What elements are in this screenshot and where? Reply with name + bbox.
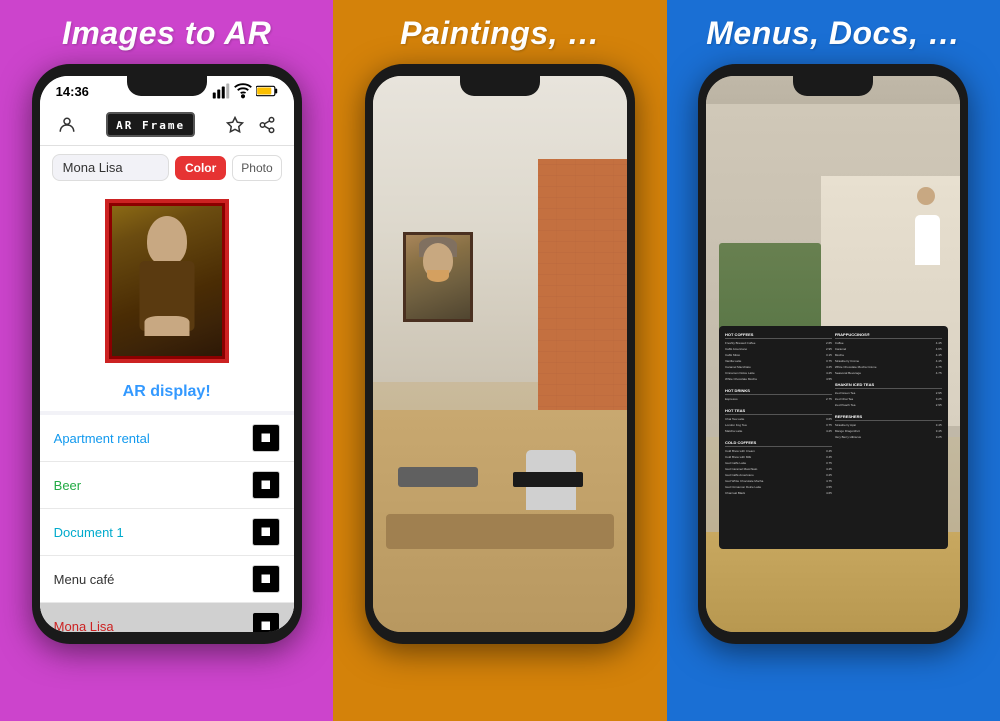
menu-item-frap-straw: Strawberry Crème4.45 [835, 359, 942, 363]
van-gogh-ar-frame [403, 232, 473, 322]
cafe-keyboard [398, 467, 478, 487]
list-item-apartment[interactable]: Apartment rental [40, 415, 294, 462]
menu-col-right: FRAPPUCCINOS® Coffee4.45 Caramel4.65 Moc… [835, 332, 942, 542]
app-logo: AR Frame [106, 112, 195, 137]
list-item-monalisa[interactable]: Mona Lisa [40, 603, 294, 632]
menu-item-chai: Chai Tea Latte3.65 [725, 417, 832, 421]
menu-item-espresso: Espresso2.75 [725, 397, 832, 401]
menu-item-iced-peach: Iced Peach Tea2.95 [835, 403, 942, 407]
menu-section-hot-coffees: HOT COFFEES [725, 332, 832, 339]
phone-2-notch [460, 76, 540, 96]
ar-display-button[interactable]: AR display! [123, 383, 211, 401]
menu-section-hot-teas: HOT TEAS [725, 408, 832, 415]
menu-item-latte: Vanilla Latte3.75 [725, 359, 832, 363]
mona-lisa-hands [144, 316, 189, 336]
menu-item-caramel: Caramel Macchiato4.25 [725, 365, 832, 369]
menu-item-london-fog: London Fog Tea3.75 [725, 423, 832, 427]
phone-3-notch [793, 76, 873, 96]
barista-body [915, 215, 940, 265]
menu-item-iced-white: Iced White Chocolate Mocha4.75 [725, 479, 832, 483]
menu-item-misto: Caffè Misto3.15 [725, 353, 832, 357]
barista-head [917, 187, 935, 205]
qr-code-document [252, 518, 280, 546]
menu-item-iced-green: Iced Green Tea2.95 [835, 391, 942, 395]
list-item-menu[interactable]: Menu café [40, 556, 294, 603]
mona-lisa-face [152, 224, 182, 254]
menu-item-cold-brew-milk: Cold Brew with Milk3.45 [725, 455, 832, 459]
menu-item-frap-seasonal: Seasonal Beverage4.75 [835, 371, 942, 375]
mona-lisa-image [112, 206, 222, 356]
panel-1-title: Images to AR [62, 15, 271, 52]
menu-item-cold-brew: Cold Brew with Cream3.45 [725, 449, 832, 453]
menu-item-hibiscus: Very Berry Hibiscus3.25 [835, 435, 942, 439]
menu-item-strawberry: Strawberry Açaí3.45 [835, 423, 942, 427]
menu-item-americano: Caffè Americano2.95 [725, 347, 832, 351]
menu-section-shaken-teas: SHAKEN ICED TEAS [835, 382, 942, 389]
menu-item-iced-dolce: Iced Cinnamon Dolce Latte4.55 [725, 485, 832, 489]
painting-container [40, 189, 294, 373]
phone-notch [127, 76, 207, 96]
menu-item-mango: Mango Dragonfruit3.45 [835, 429, 942, 433]
phone-3-screen: HOT COFFEES Freshly Brewed Coffee2.65 Ca… [706, 76, 960, 632]
menu-section-refreshers: REFRESHERS [835, 414, 942, 421]
search-input[interactable]: Mona Lisa [52, 154, 169, 181]
menu-item-iced-chai: Iced Chai Tea3.25 [835, 397, 942, 401]
search-bar: Mona Lisa Color Photo [40, 146, 294, 189]
status-time: 14:36 [56, 84, 89, 99]
list-item-document[interactable]: Document 1 [40, 509, 294, 556]
menu-item-iced-latte: Iced Caffè Latte3.75 [725, 461, 832, 465]
menu-item-brewed: Freshly Brewed Coffee2.65 [725, 341, 832, 345]
list-item-beer[interactable]: Beer [40, 462, 294, 509]
qr-code-menu [252, 565, 280, 593]
ar-button-container: AR display! [40, 373, 294, 411]
van-gogh-portrait [406, 235, 470, 319]
items-list: Apartment rental Beer Document 1 Menu ca… [40, 415, 294, 632]
cafe-laptop [513, 472, 583, 487]
panel-2-title: Paintings, … [400, 15, 600, 52]
menu-item-frap-caramel: Caramel4.65 [835, 347, 942, 351]
photo-button[interactable]: Photo [232, 155, 281, 181]
menu-item-charcoal: Charcoal Black4.65 [725, 491, 832, 495]
cafe-table [386, 514, 615, 549]
phone-3: HOT COFFEES Freshly Brewed Coffee2.65 Ca… [698, 64, 968, 644]
menu-item-iced-caramel: Iced Caramel Macchiato4.25 [725, 467, 832, 471]
mona-lisa-frame [105, 199, 229, 363]
qr-code-monalisa [252, 612, 280, 632]
battery-icon [256, 85, 278, 97]
status-icons [212, 82, 278, 100]
menu-col-left: HOT COFFEES Freshly Brewed Coffee2.65 Ca… [725, 332, 832, 542]
menu-item-frap-mocha: Mocha4.45 [835, 353, 942, 357]
phone-1: 14:36 [32, 64, 302, 644]
person-icon[interactable] [56, 114, 78, 136]
qr-code-beer [252, 471, 280, 499]
menu-section-hot-drinks: HOT DRINKS [725, 388, 832, 395]
star-icon[interactable] [224, 114, 246, 136]
phone-2 [365, 64, 635, 644]
menu-item-iced-americano: Iced Caffè Americano3.25 [725, 473, 832, 477]
coffee-ar-scene: HOT COFFEES Freshly Brewed Coffee2.65 Ca… [706, 76, 960, 632]
menu-item-white-choc: White Chocolate Mocha4.55 [725, 377, 832, 381]
qr-code-apartment [252, 424, 280, 452]
panel-images-to-ar: Images to AR 14:36 [0, 0, 333, 721]
menu-item-frap-wcc: White Chocolate Mocha Crème4.75 [835, 365, 942, 369]
nav-bar: AR Frame [40, 104, 294, 146]
panel-paintings: Paintings, … [333, 0, 666, 721]
menu-item-dolce: Cinnamon Dolce Latte4.25 [725, 371, 832, 375]
phone-1-screen: 14:36 [40, 76, 294, 632]
menu-section-cold-coffees: COLD COFFEES [725, 440, 832, 447]
share-icon[interactable] [256, 114, 278, 136]
phone-2-screen [373, 76, 627, 632]
wifi-icon [234, 82, 252, 100]
signal-icon [212, 82, 230, 100]
vg-beard [427, 270, 449, 282]
panel-3-title: Menus, Docs, … [706, 15, 960, 52]
menu-item-matcha: Matcha Latte4.25 [725, 429, 832, 433]
cafe-ar-scene [373, 76, 627, 632]
color-button[interactable]: Color [175, 156, 226, 180]
menu-section-frappuccinos: FRAPPUCCINOS® [835, 332, 942, 339]
menu-item-frap-coffee: Coffee4.45 [835, 341, 942, 345]
ar-menu-board: HOT COFFEES Freshly Brewed Coffee2.65 Ca… [719, 326, 948, 548]
panel-menus-docs: Menus, Docs, … [667, 0, 1000, 721]
